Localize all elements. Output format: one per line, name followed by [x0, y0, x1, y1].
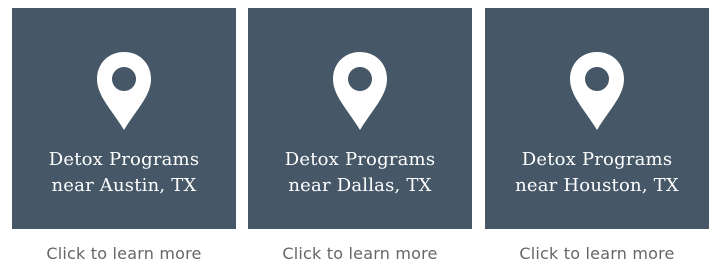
location-card-houston[interactable]: Detox Programs near Houston, TX: [485, 8, 709, 229]
learn-more-link-austin[interactable]: Click to learn more: [12, 244, 236, 264]
card-title: Detox Programs near Dallas, TX: [248, 147, 472, 199]
card-title: Detox Programs near Austin, TX: [12, 147, 236, 199]
learn-more-link-houston[interactable]: Click to learn more: [485, 244, 709, 264]
card-title-line2: near Dallas, TX: [288, 175, 432, 196]
card-title-line1: Detox Programs: [48, 149, 200, 170]
map-pin-icon: [333, 52, 387, 130]
card-title-line1: Detox Programs: [284, 149, 436, 170]
map-pin-icon: [97, 52, 151, 130]
card-title-line2: near Austin, TX: [51, 175, 197, 196]
card-title: Detox Programs near Houston, TX: [485, 147, 709, 199]
card-title-line1: Detox Programs: [521, 149, 673, 170]
location-card-austin[interactable]: Detox Programs near Austin, TX: [12, 8, 236, 229]
learn-more-link-dallas[interactable]: Click to learn more: [248, 244, 472, 264]
card-title-line2: near Houston, TX: [515, 175, 679, 196]
location-card-dallas[interactable]: Detox Programs near Dallas, TX: [248, 8, 472, 229]
map-pin-icon: [570, 52, 624, 130]
